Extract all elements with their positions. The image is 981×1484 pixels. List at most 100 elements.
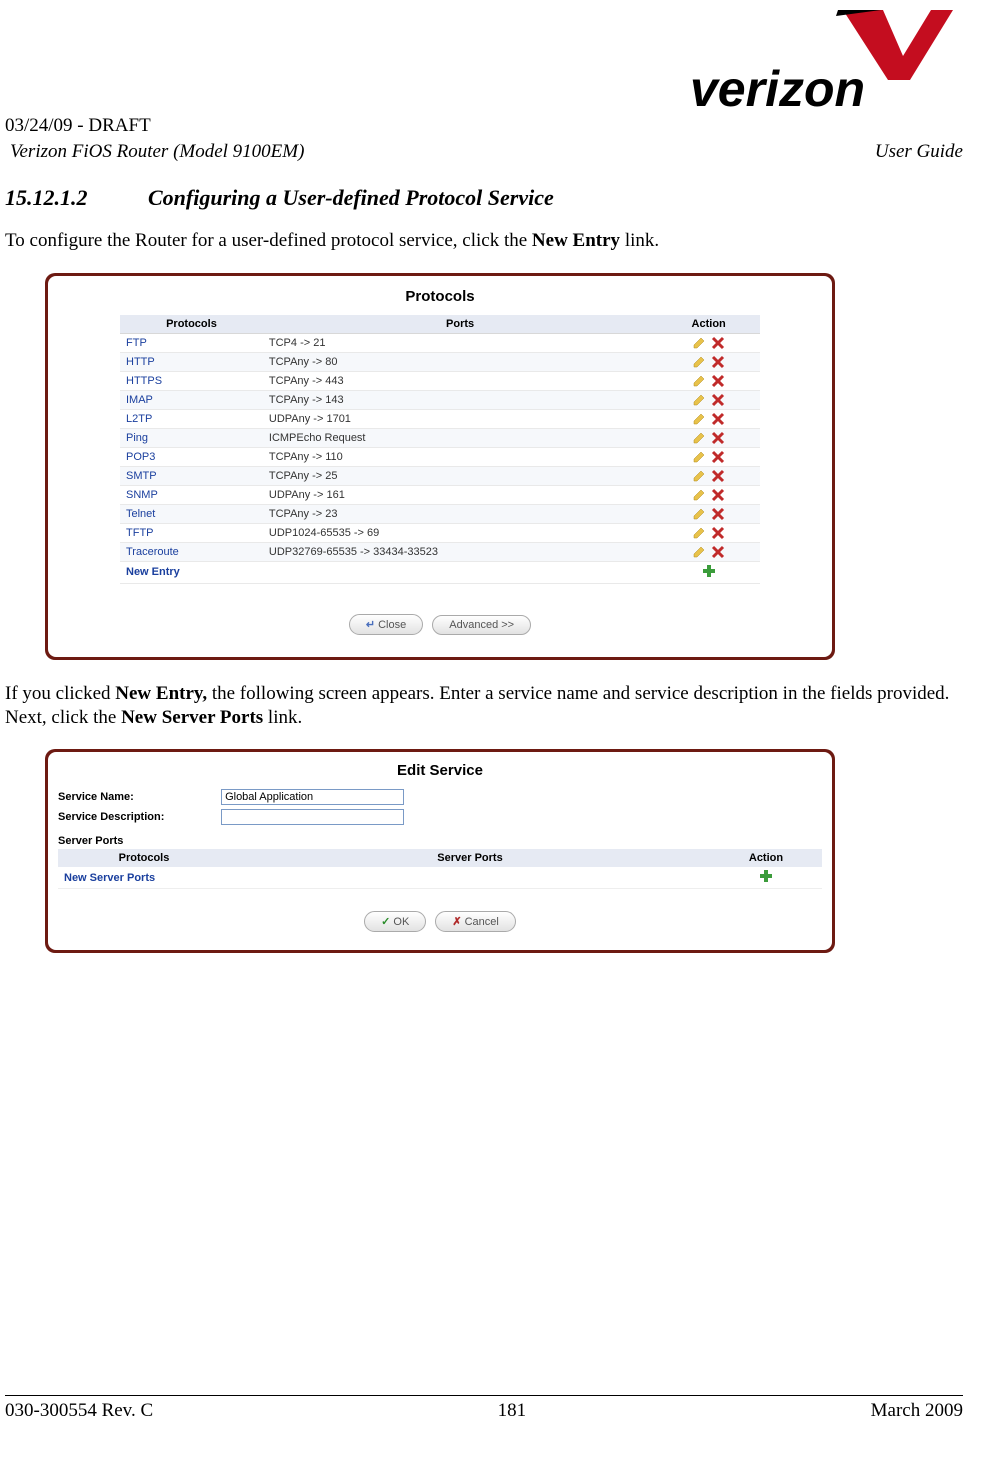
delete-icon[interactable]: [710, 413, 726, 425]
delete-icon[interactable]: [710, 527, 726, 539]
ok-button[interactable]: ✓OK: [364, 911, 426, 932]
col-header-protocols: Protocols: [120, 315, 263, 334]
server-ports-table: Protocols Server Ports Action New Server…: [58, 849, 822, 889]
new-entry-row: New Entry: [120, 561, 760, 583]
protocol-link[interactable]: L2TP: [126, 413, 152, 425]
ports-cell: TCPAny -> 80: [263, 352, 657, 371]
server-ports-heading: Server Ports: [58, 835, 822, 847]
brand-logo: verizon: [5, 10, 963, 115]
new-entry-link[interactable]: New Entry: [126, 566, 180, 578]
edit-icon[interactable]: [691, 489, 707, 501]
new-server-ports-link[interactable]: New Server Ports: [64, 872, 155, 884]
protocols-panel: Protocols Protocols Ports Action FTP TCP4…: [45, 273, 835, 660]
table-row: IMAP TCPAny -> 143: [120, 390, 760, 409]
protocol-link[interactable]: TFTP: [126, 527, 154, 539]
protocol-link[interactable]: Traceroute: [126, 546, 179, 558]
delete-icon[interactable]: [710, 337, 726, 349]
edit-service-panel: Edit Service Service Name: Service Descr…: [45, 749, 835, 953]
edit-icon[interactable]: [691, 394, 707, 406]
edit-icon[interactable]: [691, 508, 707, 520]
ports-cell: TCPAny -> 143: [263, 390, 657, 409]
protocol-link[interactable]: SNMP: [126, 489, 158, 501]
edit-icon[interactable]: [691, 451, 707, 463]
table-row: HTTPS TCPAny -> 443: [120, 371, 760, 390]
table-row: POP3 TCPAny -> 110: [120, 447, 760, 466]
protocols-panel-title: Protocols: [54, 288, 826, 305]
protocol-link[interactable]: Telnet: [126, 508, 155, 520]
new-server-ports-row: New Server Ports: [58, 867, 822, 889]
table-row: Traceroute UDP32769-65535 -> 33434-33523: [120, 542, 760, 561]
page-footer: 030-300554 Rev. C 181 March 2009: [5, 1395, 963, 1422]
protocol-link[interactable]: POP3: [126, 451, 155, 463]
edit-service-title: Edit Service: [58, 762, 822, 779]
close-button[interactable]: ↵Close: [349, 614, 423, 635]
service-desc-label: Service Description:: [58, 811, 218, 823]
delete-icon[interactable]: [710, 394, 726, 406]
delete-icon[interactable]: [710, 432, 726, 444]
ports-cell: UDP32769-65535 -> 33434-33523: [263, 542, 657, 561]
table-row: TFTP UDP1024-65535 -> 69: [120, 523, 760, 542]
edit-icon[interactable]: [691, 413, 707, 425]
table-row: FTP TCP4 -> 21: [120, 333, 760, 352]
ports-cell: TCPAny -> 443: [263, 371, 657, 390]
draft-date: 03/24/09 - DRAFT: [5, 115, 963, 137]
doc-type: User Guide: [875, 141, 963, 163]
delete-icon[interactable]: [710, 356, 726, 368]
delete-icon[interactable]: [710, 375, 726, 387]
delete-icon[interactable]: [710, 546, 726, 558]
srv-col-header-protocols: Protocols: [58, 849, 230, 867]
service-desc-input[interactable]: [221, 809, 404, 825]
add-icon[interactable]: [759, 874, 773, 886]
intro-paragraph-2: If you clicked New Entry, the following …: [5, 682, 963, 730]
ports-cell: ICMPEcho Request: [263, 428, 657, 447]
table-row: L2TP UDPAny -> 1701: [120, 409, 760, 428]
protocol-link[interactable]: IMAP: [126, 394, 153, 406]
logo-text: verizon: [690, 61, 865, 116]
section-number: 15.12.1.2: [5, 185, 88, 211]
section-title: Configuring a User-defined Protocol Serv…: [148, 185, 554, 210]
protocol-link[interactable]: SMTP: [126, 470, 157, 482]
edit-icon[interactable]: [691, 337, 707, 349]
ports-cell: TCP4 -> 21: [263, 333, 657, 352]
delete-icon[interactable]: [710, 451, 726, 463]
service-name-input[interactable]: [221, 789, 404, 805]
table-row: HTTP TCPAny -> 80: [120, 352, 760, 371]
protocol-link[interactable]: Ping: [126, 432, 148, 444]
col-header-action: Action: [657, 315, 760, 334]
protocol-link[interactable]: FTP: [126, 337, 147, 349]
ports-cell: UDPAny -> 1701: [263, 409, 657, 428]
srv-col-header-ports: Server Ports: [230, 849, 710, 867]
delete-icon[interactable]: [710, 508, 726, 520]
edit-icon[interactable]: [691, 356, 707, 368]
ports-cell: TCPAny -> 23: [263, 504, 657, 523]
product-name: Verizon FiOS Router (Model 9100EM): [10, 141, 304, 163]
add-icon[interactable]: [702, 569, 716, 581]
footer-right: March 2009: [871, 1400, 963, 1422]
edit-icon[interactable]: [691, 546, 707, 558]
table-row: SNMP UDPAny -> 161: [120, 485, 760, 504]
edit-icon[interactable]: [691, 375, 707, 387]
footer-left: 030-300554 Rev. C: [5, 1400, 153, 1422]
ports-cell: TCPAny -> 25: [263, 466, 657, 485]
table-row: Telnet TCPAny -> 23: [120, 504, 760, 523]
ports-cell: UDP1024-65535 -> 69: [263, 523, 657, 542]
section-heading: 15.12.1.2 Configuring a User-defined Pro…: [5, 185, 963, 211]
table-row: SMTP TCPAny -> 25: [120, 466, 760, 485]
ports-cell: UDPAny -> 161: [263, 485, 657, 504]
advanced-button[interactable]: Advanced >>: [432, 615, 531, 635]
protocol-link[interactable]: HTTPS: [126, 375, 162, 387]
ports-cell: TCPAny -> 110: [263, 447, 657, 466]
service-name-label: Service Name:: [58, 791, 218, 803]
table-row: Ping ICMPEcho Request: [120, 428, 760, 447]
edit-icon[interactable]: [691, 432, 707, 444]
delete-icon[interactable]: [710, 489, 726, 501]
col-header-ports: Ports: [263, 315, 657, 334]
edit-icon[interactable]: [691, 527, 707, 539]
edit-icon[interactable]: [691, 470, 707, 482]
cancel-button[interactable]: ✗Cancel: [435, 911, 515, 932]
intro-paragraph-1: To configure the Router for a user-defin…: [5, 229, 963, 253]
delete-icon[interactable]: [710, 470, 726, 482]
protocols-table: Protocols Ports Action FTP TCP4 -> 21 HTT…: [120, 315, 760, 584]
protocol-link[interactable]: HTTP: [126, 356, 155, 368]
footer-center: 181: [498, 1400, 527, 1422]
